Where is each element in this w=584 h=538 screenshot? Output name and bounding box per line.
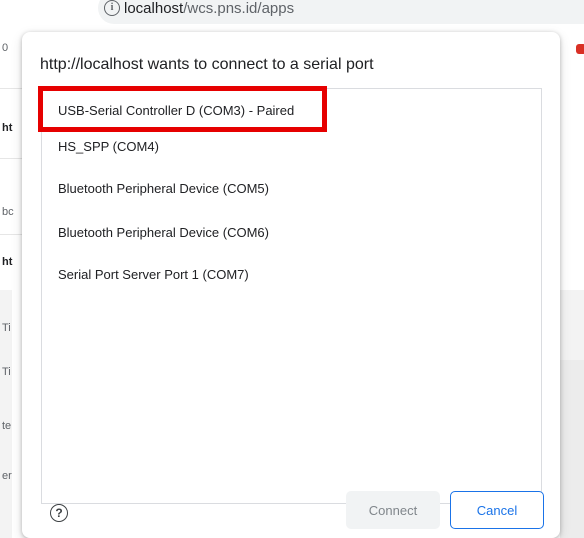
bg-divider xyxy=(0,234,22,235)
bg-divider xyxy=(0,158,22,159)
info-icon[interactable]: i xyxy=(104,0,120,16)
bg-right-band xyxy=(560,360,584,538)
bg-fragment: Ti xyxy=(2,322,11,334)
bg-fragment: er xyxy=(2,470,12,482)
url-host: localhost xyxy=(124,0,184,17)
address-bar: i localhost/wcs.pns.id/apps xyxy=(0,0,584,28)
bg-fragment: Ti xyxy=(2,366,11,378)
url-text[interactable]: localhost/wcs.pns.id/apps xyxy=(124,1,294,17)
dialog-title: http://localhost wants to connect to a s… xyxy=(40,56,374,73)
bg-fragment: ht xyxy=(2,122,13,134)
serial-port-dialog: http://localhost wants to connect to a s… xyxy=(22,32,560,538)
port-list-item[interactable]: Bluetooth Peripheral Device (COM5) xyxy=(42,171,541,207)
port-list-item[interactable]: HS_SPP (COM4) xyxy=(42,129,541,165)
port-list[interactable]: USB-Serial Controller D (COM3) - Paired … xyxy=(41,88,542,504)
bg-fragment: 0 xyxy=(2,42,9,54)
bg-right-band xyxy=(560,290,584,360)
connect-button[interactable]: Connect xyxy=(346,491,440,529)
help-icon[interactable]: ? xyxy=(50,504,68,522)
bg-red-icon xyxy=(576,44,584,54)
bg-fragment: te xyxy=(2,420,12,432)
bg-fragment: bc xyxy=(2,206,14,218)
port-list-item[interactable]: Serial Port Server Port 1 (COM7) xyxy=(42,257,541,293)
cancel-button[interactable]: Cancel xyxy=(450,491,544,529)
bg-fragment: ht xyxy=(2,256,13,268)
url-path: /wcs.pns.id/apps xyxy=(183,0,295,17)
port-list-item[interactable]: Bluetooth Peripheral Device (COM6) xyxy=(42,215,541,251)
page: i localhost/wcs.pns.id/apps 0 ht bc ht T… xyxy=(0,0,584,538)
bg-divider xyxy=(0,88,22,89)
port-list-item[interactable]: USB-Serial Controller D (COM3) - Paired xyxy=(42,93,541,129)
